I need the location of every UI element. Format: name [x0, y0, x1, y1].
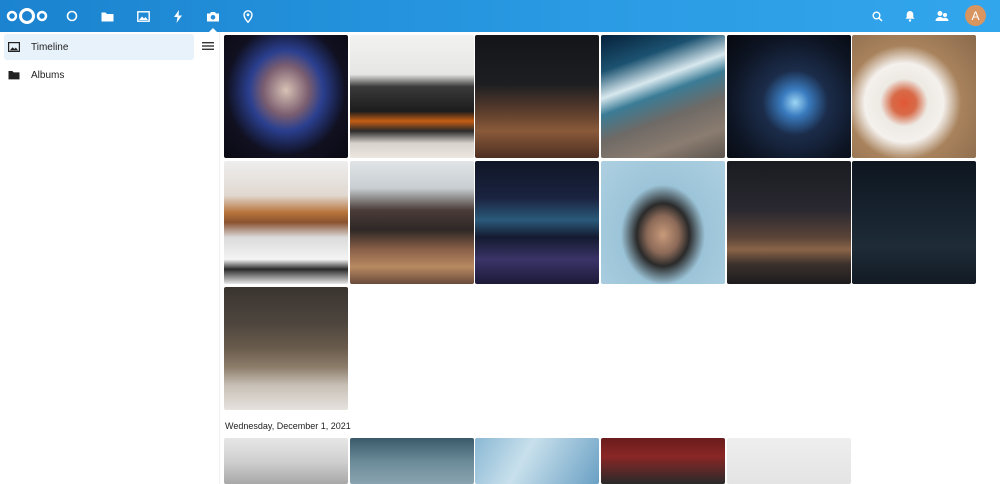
- photo-tile[interactable]: [475, 161, 599, 284]
- sidebar-item-albums[interactable]: Albums: [4, 62, 194, 88]
- sidebar-item-timeline[interactable]: Timeline: [4, 34, 194, 60]
- menu-toggle-icon[interactable]: [201, 40, 215, 52]
- gallery-app-button[interactable]: [133, 6, 153, 26]
- sidebar: Timeline Albums: [0, 32, 220, 484]
- location-pin-icon: [243, 9, 253, 23]
- image-icon: [136, 10, 150, 22]
- photo-tile[interactable]: [350, 161, 474, 284]
- photo-tile[interactable]: [727, 161, 851, 284]
- photo-tile[interactable]: [601, 438, 725, 484]
- photo-tile[interactable]: [601, 161, 725, 284]
- photo-tile[interactable]: [224, 161, 348, 284]
- bell-icon: [905, 11, 915, 22]
- contacts-button[interactable]: [932, 6, 952, 26]
- folder-icon: [101, 12, 113, 21]
- photo-tile[interactable]: [601, 35, 725, 158]
- contacts-icon: [935, 11, 949, 21]
- photo-tile[interactable]: [224, 287, 348, 410]
- folder-icon: [8, 69, 20, 81]
- photo-tile[interactable]: [475, 438, 599, 484]
- circle-icon: [66, 10, 78, 22]
- photo-tile[interactable]: [350, 438, 474, 484]
- photo-tile[interactable]: [852, 161, 976, 284]
- photo-tile[interactable]: [727, 438, 851, 484]
- camera-icon: [207, 11, 219, 21]
- section-date-label: Wednesday, December 1, 2021: [225, 421, 351, 431]
- nextcloud-logo-icon[interactable]: [6, 6, 48, 26]
- search-button[interactable]: [867, 6, 887, 26]
- files-app-button[interactable]: [97, 6, 117, 26]
- search-icon: [872, 11, 883, 22]
- photo-tile[interactable]: [727, 35, 851, 158]
- photo-tile[interactable]: [350, 35, 474, 158]
- notifications-button[interactable]: [900, 6, 920, 26]
- sidebar-item-label: Albums: [31, 69, 65, 81]
- avatar-letter: A: [971, 8, 980, 23]
- user-avatar[interactable]: A: [965, 5, 986, 26]
- photo-tile[interactable]: [852, 35, 976, 158]
- maps-app-button[interactable]: [238, 6, 258, 26]
- photo-tile[interactable]: [224, 35, 348, 158]
- photos-app-button[interactable]: [203, 6, 223, 32]
- activity-app-button[interactable]: [168, 6, 188, 26]
- sidebar-item-label: Timeline: [31, 41, 69, 53]
- image-icon: [8, 41, 20, 53]
- photo-tile[interactable]: [475, 35, 599, 158]
- dashboard-app-button[interactable]: [62, 6, 82, 26]
- photo-tile[interactable]: [224, 438, 348, 484]
- top-bar: A: [0, 0, 1000, 32]
- lightning-icon: [174, 9, 182, 23]
